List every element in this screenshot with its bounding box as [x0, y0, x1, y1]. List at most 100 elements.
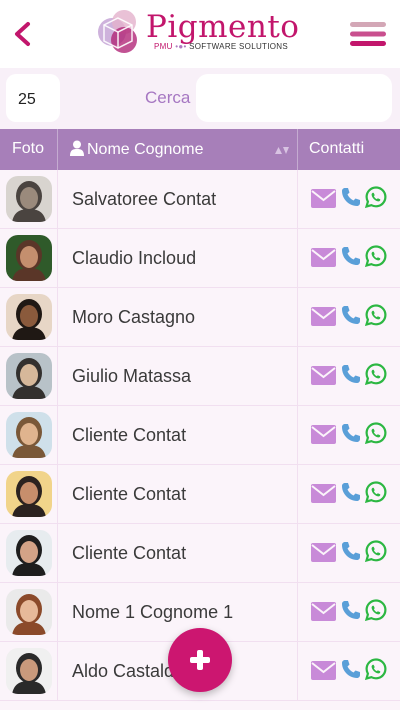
mail-icon[interactable] [311, 661, 336, 680]
avatar [6, 412, 52, 458]
avatar-photo [6, 235, 52, 281]
table-row[interactable]: Moro Castagno [0, 288, 400, 347]
mail-icon[interactable] [311, 248, 336, 267]
cell-divider [57, 288, 58, 347]
contact-name: Aldo Castaldo [72, 661, 185, 681]
search-input[interactable] [196, 74, 392, 122]
mail-icon[interactable] [311, 366, 336, 385]
page-size-select[interactable]: 25 [6, 74, 60, 122]
header-divider [297, 129, 298, 170]
avatar [6, 471, 52, 517]
avatar [6, 648, 52, 694]
avatar-photo [6, 353, 52, 399]
avatar [6, 294, 52, 340]
logo-subtitle: PMU •●• SOFTWARE SOLUTIONS [146, 42, 288, 51]
phone-icon[interactable] [341, 600, 361, 620]
logo-sub-rest: SOFTWARE SOLUTIONS [189, 42, 288, 51]
avatar [6, 530, 52, 576]
cell-divider [297, 347, 298, 406]
contact-name: Nome 1 Cognome 1 [72, 602, 234, 622]
cell-divider [57, 642, 58, 701]
cell-divider [57, 170, 58, 229]
logo-dots: •●• [175, 42, 187, 51]
plus-icon [197, 650, 203, 670]
whatsapp-icon[interactable] [365, 540, 387, 562]
sort-icon[interactable] [274, 144, 290, 156]
header-divider [57, 129, 58, 170]
cell-divider [57, 406, 58, 465]
logo-cube-icon [98, 10, 137, 53]
logo-text: Pigmento [146, 9, 300, 45]
table-row[interactable]: Cliente Contat [0, 406, 400, 465]
phone-icon[interactable] [341, 482, 361, 502]
avatar-photo [6, 530, 52, 576]
cell-divider [57, 583, 58, 642]
search-label: Cerca [145, 88, 191, 107]
add-contact-button[interactable] [168, 628, 232, 692]
mail-icon[interactable] [311, 307, 336, 326]
back-chevron-icon[interactable] [8, 18, 38, 50]
column-header-foto: Foto [12, 140, 45, 157]
table-row[interactable]: Cliente Contat [0, 465, 400, 524]
column-header-name[interactable]: Nome Cognome [70, 140, 204, 159]
table-row[interactable]: Claudio Incloud [0, 229, 400, 288]
cell-divider [57, 524, 58, 583]
cell-divider [297, 465, 298, 524]
whatsapp-icon[interactable] [365, 599, 387, 621]
logo-sub-pmu: PMU [154, 42, 173, 51]
avatar [6, 176, 52, 222]
column-header-contatti: Contatti [309, 140, 365, 157]
cell-divider [297, 229, 298, 288]
mail-icon[interactable] [311, 543, 336, 562]
avatar-photo [6, 294, 52, 340]
phone-icon[interactable] [341, 246, 361, 266]
avatar [6, 353, 52, 399]
avatar-photo [6, 471, 52, 517]
table-row[interactable]: Giulio Matassa [0, 347, 400, 406]
phone-icon[interactable] [341, 364, 361, 384]
whatsapp-icon[interactable] [365, 304, 387, 326]
cell-divider [297, 642, 298, 701]
user-icon [70, 140, 84, 156]
avatar [6, 235, 52, 281]
table-controls: 25 Cerca [0, 68, 400, 129]
contact-name: Giulio Matassa [72, 366, 192, 386]
whatsapp-icon[interactable] [365, 186, 387, 208]
menu-icon[interactable] [348, 20, 388, 48]
cell-divider [297, 170, 298, 229]
avatar-photo [6, 176, 52, 222]
mail-icon[interactable] [311, 189, 336, 208]
cell-divider [57, 465, 58, 524]
cell-divider [297, 583, 298, 642]
contact-name: Claudio Incloud [72, 248, 197, 268]
contact-name: Cliente Contat [72, 484, 187, 504]
mail-icon[interactable] [311, 602, 336, 621]
mail-icon[interactable] [311, 425, 336, 444]
contact-name: Salvatoree Contat [72, 189, 217, 209]
whatsapp-icon[interactable] [365, 658, 387, 680]
phone-icon[interactable] [341, 187, 361, 207]
avatar-photo [6, 412, 52, 458]
cell-divider [297, 524, 298, 583]
table-row[interactable]: Cliente Contat [0, 524, 400, 583]
phone-icon[interactable] [341, 423, 361, 443]
contact-name: Moro Castagno [72, 307, 196, 327]
table-row[interactable]: Salvatoree Contat [0, 170, 400, 229]
phone-icon[interactable] [341, 305, 361, 325]
phone-icon[interactable] [341, 541, 361, 561]
avatar [6, 589, 52, 635]
table-header: Foto Nome Cognome Contatti [0, 129, 400, 170]
whatsapp-icon[interactable] [365, 481, 387, 503]
app-logo: Pigmento PMU •●• SOFTWARE SOLUTIONS [94, 8, 310, 60]
app-header: Pigmento PMU •●• SOFTWARE SOLUTIONS [0, 0, 400, 68]
whatsapp-icon[interactable] [365, 245, 387, 267]
contact-list: Salvatoree Contat Claudio Incloud Moro Cas… [0, 170, 400, 701]
contact-name: Cliente Contat [72, 543, 187, 563]
whatsapp-icon[interactable] [365, 422, 387, 444]
avatar-photo [6, 589, 52, 635]
phone-icon[interactable] [341, 659, 361, 679]
whatsapp-icon[interactable] [365, 363, 387, 385]
mail-icon[interactable] [311, 484, 336, 503]
cell-divider [297, 288, 298, 347]
contact-name: Cliente Contat [72, 425, 187, 445]
